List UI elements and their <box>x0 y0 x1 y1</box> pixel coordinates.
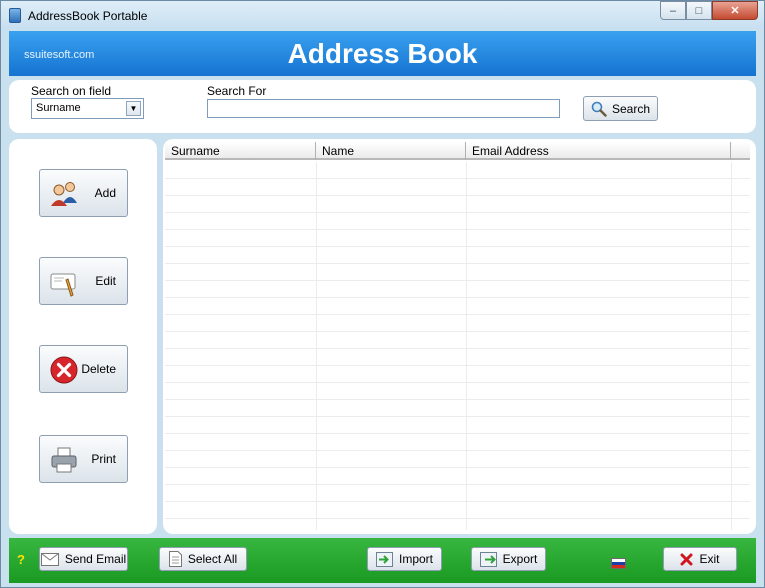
search-button-label: Search <box>611 101 651 116</box>
print-button[interactable]: Print <box>39 435 128 483</box>
send-email-button[interactable]: Send Email <box>39 547 128 571</box>
delete-button-label: Delete <box>81 362 116 376</box>
search-for-label: Search For <box>207 84 267 98</box>
table-header: Surname Name Email Address <box>165 142 750 160</box>
chevron-down-icon[interactable]: ▼ <box>126 101 141 116</box>
help-icon[interactable]: ? <box>17 552 25 567</box>
window-controls: ‒ □ ✕ <box>660 1 758 20</box>
add-button-label: Add <box>94 186 116 200</box>
column-header-filler <box>731 142 750 160</box>
import-arrow-icon <box>375 551 393 567</box>
search-input[interactable] <box>207 99 560 118</box>
select-all-label: Select All <box>187 552 238 566</box>
window-title: AddressBook Portable <box>28 9 148 23</box>
export-button[interactable]: Export <box>471 547 546 571</box>
magnifier-icon <box>591 101 607 117</box>
column-divider <box>731 162 732 530</box>
search-button[interactable]: Search <box>583 96 658 121</box>
edit-button-label: Edit <box>95 274 116 288</box>
select-all-button[interactable]: Select All <box>159 547 247 571</box>
export-label: Export <box>502 552 538 566</box>
document-icon <box>168 551 182 567</box>
bottom-toolbar: ? Send Email Select All Import Export Ex… <box>9 538 756 583</box>
column-header-surname[interactable]: Surname <box>165 142 316 160</box>
exit-button[interactable]: Exit <box>663 547 737 571</box>
title-bar[interactable]: AddressBook Portable ‒ □ ✕ <box>1 1 764 29</box>
printer-icon <box>51 447 77 473</box>
search-field-value: Surname <box>36 102 81 114</box>
export-arrow-icon <box>479 551 497 567</box>
exit-x-icon <box>680 553 693 565</box>
column-divider <box>316 162 317 530</box>
delete-button[interactable]: Delete <box>39 345 128 393</box>
russian-flag-icon[interactable] <box>611 558 626 569</box>
print-button-label: Print <box>91 452 116 466</box>
import-button[interactable]: Import <box>367 547 442 571</box>
search-field-select[interactable]: Surname ▼ <box>31 98 144 119</box>
search-field-label: Search on field <box>31 84 112 98</box>
app-window: AddressBook Portable ‒ □ ✕ ssuitesoft.co… <box>0 0 765 588</box>
table-body[interactable] <box>165 162 750 530</box>
edit-card-icon <box>50 273 76 297</box>
minimize-button[interactable]: ‒ <box>660 1 686 20</box>
action-sidebar: Add Edit Delete Print <box>9 139 157 534</box>
import-label: Import <box>398 552 433 566</box>
add-button[interactable]: Add <box>39 169 128 217</box>
search-panel: Search on field Surname ▼ Search For Sea… <box>9 80 756 133</box>
envelope-icon <box>40 552 59 566</box>
contacts-panel: Surname Name Email Address <box>163 139 756 534</box>
header-banner: ssuitesoft.com Address Book <box>9 31 756 76</box>
page-title: Address Book <box>287 38 478 69</box>
add-users-icon <box>51 182 77 206</box>
column-header-email[interactable]: Email Address <box>466 142 731 160</box>
edit-button[interactable]: Edit <box>39 257 128 305</box>
contacts-table[interactable]: Surname Name Email Address <box>165 142 752 530</box>
delete-x-icon <box>50 356 78 384</box>
column-header-name[interactable]: Name <box>316 142 466 160</box>
maximize-button[interactable]: □ <box>686 1 712 20</box>
send-email-label: Send Email <box>64 552 127 566</box>
exit-label: Exit <box>699 552 720 566</box>
close-button[interactable]: ✕ <box>712 1 758 20</box>
column-divider <box>466 162 467 530</box>
app-book-icon <box>9 8 21 23</box>
